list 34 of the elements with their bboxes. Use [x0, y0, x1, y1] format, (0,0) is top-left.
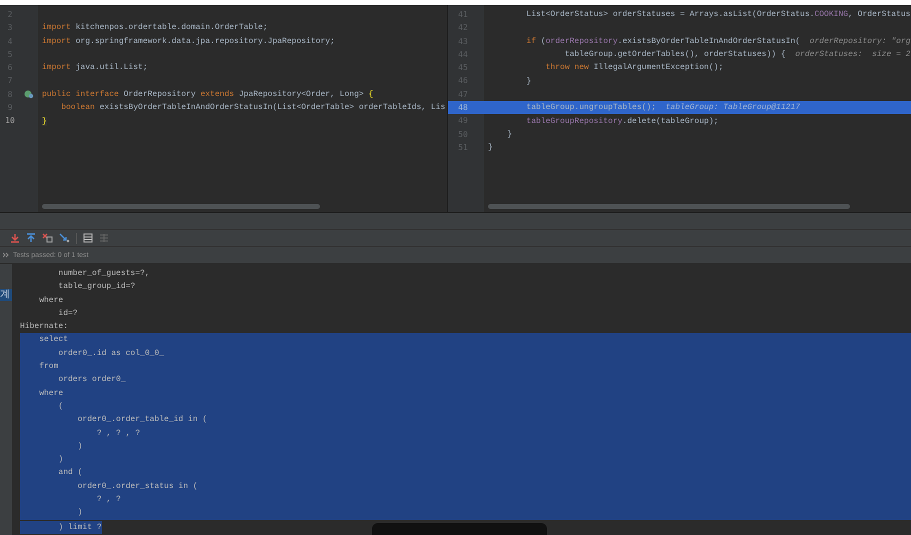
arrow-down-icon[interactable] [10, 233, 20, 243]
code-line: boolean existsByOrderTableInAndOrderStatusIn(List<OrderTable> orderTableIds, Lis [60, 103, 446, 112]
code-line: tableGroupRepository.delete(tableGroup); [525, 116, 718, 126]
table-icon[interactable] [83, 233, 93, 243]
scrollbar[interactable] [42, 204, 320, 209]
arrow-icon[interactable] [59, 233, 70, 243]
code-line: public interface OrderRepository extends JpaRepository<Order, Long> { [42, 90, 374, 99]
code-line: import kitchenpos.ordertable.domain.OrderTable; [42, 23, 268, 32]
chevron-icon[interactable] [3, 252, 9, 258]
list-icon[interactable] [99, 233, 109, 243]
code-line: } [506, 130, 512, 139]
code-editor[interactable] [0, 5, 448, 212]
code-line: tableGroup.ungroupTables(); tableGroup: TableGroup@11217 [525, 103, 800, 112]
code-line: } [488, 143, 493, 152]
code-line: throw new IllegalArgumentException(); [544, 63, 724, 72]
code-line: if (orderRepository.existsByOrderTableInAndOrderStatusIn( orderRepository: "org [525, 36, 910, 46]
console-line: number_of_guests=?, [57, 268, 151, 280]
line-number: 10 [4, 115, 16, 128]
side-label: 계 [0, 289, 12, 301]
arrow-up-icon[interactable] [26, 233, 36, 243]
code-line: List<OrderStatus> orderStatuses = Arrays.asList(OrderStatus.COOKING, OrderStatus [525, 10, 910, 20]
code-line: } [525, 76, 532, 86]
scrollbar[interactable] [488, 204, 850, 209]
code-line: import org.springframework.data.jpa.repository.JpaRepository; [42, 36, 335, 46]
line-number: 48 [457, 102, 469, 114]
console-line: id=? [57, 308, 79, 320]
interface-icon[interactable] [24, 89, 34, 100]
console-line: Hibernate: [20, 321, 70, 334]
cross-box-icon[interactable] [42, 233, 53, 243]
console-line: table_group_id=? [57, 281, 136, 294]
code-line: import java.util.List; [42, 63, 148, 72]
code-editor[interactable] [448, 5, 911, 212]
code-line: tableGroup.getOrderTables(), orderStatuses)) { orderStatuses: size = 2 [564, 50, 910, 60]
console-line: where [38, 294, 64, 307]
